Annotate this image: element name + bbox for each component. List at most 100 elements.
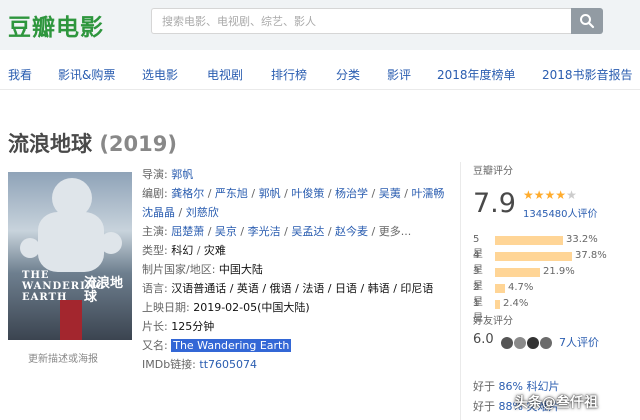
rating-stars: ★★★★★ — [523, 188, 577, 202]
friend-avatars — [501, 334, 553, 353]
language-label: 语言: — [142, 282, 168, 295]
language-value: 汉语普通话 / 英语 / 俄语 / 法语 / 日语 / 韩语 / 印尼语 — [171, 282, 434, 295]
cast-link[interactable]: 吴京 — [215, 225, 237, 238]
cast-link[interactable]: 赵今麦 — [335, 225, 368, 238]
rating-bar-fill — [495, 252, 572, 261]
avatar[interactable] — [501, 337, 513, 349]
genre-label: 类型: — [142, 244, 168, 257]
page-title: 流浪地球 (2019) — [8, 128, 177, 158]
watermark-text: 头条@叁仟祖 — [514, 395, 598, 411]
imdb-label: IMDb链接: — [142, 358, 196, 371]
writers-row-continued: 沈晶晶 / 刘慈欣 — [142, 206, 219, 219]
top-bar: 豆瓣电影 — [0, 0, 640, 50]
search-input[interactable] — [151, 8, 571, 34]
country-label: 制片国家/地区: — [142, 263, 216, 276]
nav-item-tv[interactable]: 电视剧 — [207, 66, 243, 83]
rating-score: 7.9 — [473, 188, 516, 219]
update-poster-link[interactable]: 更新描述或海报 — [28, 350, 98, 365]
friend-rating-count-link[interactable]: 7人评价 — [559, 334, 599, 350]
aka-value-selected[interactable]: The Wandering Earth — [171, 339, 292, 352]
avatar[interactable] — [527, 337, 539, 349]
avatar[interactable] — [540, 337, 552, 349]
imdb-link[interactable]: tt7605074 — [199, 358, 257, 371]
friend-rating-score: 6.0 — [473, 332, 494, 347]
star-filled-icon: ★ — [544, 188, 556, 202]
main-nav: 我看 影讯&购票 选电影 电视剧 排行榜 分类 影评 2018年度榜单 2018… — [0, 58, 640, 90]
better-prefix: 好于 — [473, 400, 495, 413]
nav-item-select-movie[interactable]: 选电影 — [142, 66, 178, 83]
genre-row: 类型: 科幻 / 灾难 — [142, 244, 226, 257]
release-label: 上映日期: — [142, 301, 190, 314]
star-empty-icon: ★ — [566, 188, 577, 202]
cast-link[interactable]: 屈楚萧 — [171, 225, 204, 238]
rating-panel: 豆瓣评分 7.9 ★★★★★ 1345480人评价 5星 33.2% 4星 37.8%… — [460, 162, 640, 420]
nav-item-2018-list[interactable]: 2018年度榜单 — [437, 66, 516, 83]
cast-link[interactable]: 吴孟达 — [291, 225, 324, 238]
rating-bar-fill — [495, 300, 500, 309]
runtime-label: 片长: — [142, 320, 168, 333]
runtime-row: 片长: 125分钟 — [142, 317, 450, 336]
director-row: 导演: 郭帆 — [142, 165, 450, 184]
writer-link[interactable]: 吴荑 — [379, 187, 401, 200]
writer-link[interactable]: 郭帆 — [259, 187, 281, 200]
douban-movie-logo[interactable]: 豆瓣电影 — [8, 8, 104, 42]
director-link[interactable]: 郭帆 — [171, 168, 193, 181]
nav-item-reviews[interactable]: 影评 — [387, 66, 411, 83]
cast-label: 主演: — [142, 225, 168, 238]
rating-label: 豆瓣评分 — [473, 166, 513, 177]
nav-item-2018-report[interactable]: 2018书影音报告 — [542, 66, 633, 83]
aka-label: 又名: — [142, 339, 168, 352]
star-filled-icon: ★ — [523, 188, 534, 202]
nav-item-charts[interactable]: 排行榜 — [271, 66, 307, 83]
genre-value: 科幻 — [171, 244, 194, 257]
rating-bar-fill — [495, 236, 563, 245]
search-icon — [580, 14, 595, 29]
writer-link[interactable]: 杨治学 — [335, 187, 368, 200]
movie-year: (2019) — [99, 132, 177, 156]
writer-link[interactable]: 叶俊策 — [291, 187, 324, 200]
rating-bar-percent: 4.7% — [508, 282, 534, 293]
cast-row: 主演: 屈楚萧 / 吴京 / 李光洁 / 吴孟达 / 赵今麦 / 更多... — [142, 225, 412, 238]
rating-bar-percent: 2.4% — [503, 298, 529, 309]
cast-more-link[interactable]: 更多... — [379, 225, 412, 238]
writers-label: 编剧: — [142, 187, 168, 200]
friend-rating-label: 好友评分 — [473, 316, 513, 327]
writer-link[interactable]: 严东旭 — [215, 187, 248, 200]
writer-link[interactable]: 龚格尔 — [171, 187, 204, 200]
director-label: 导演: — [142, 168, 168, 181]
writer-link[interactable]: 叶濡畅 — [411, 187, 444, 200]
movie-poster[interactable]: THE WANDERING EARTH 流浪地球 — [8, 172, 132, 340]
writer-link[interactable]: 沈晶晶 — [142, 206, 175, 219]
cast-link[interactable]: 李光洁 — [248, 225, 281, 238]
nav-item-category[interactable]: 分类 — [336, 66, 360, 83]
better-prefix: 好于 — [473, 380, 495, 393]
poster-figure-right — [100, 232, 122, 254]
poster-title-cn: 流浪地球 — [84, 276, 124, 305]
rating-bar-fill — [495, 284, 505, 293]
rating-bar-percent: 33.2% — [566, 234, 598, 245]
poster-figure-left — [20, 238, 40, 258]
country-value: 中国大陆 — [218, 263, 263, 276]
movie-info: 导演: 郭帆 编剧: 龚格尔 / 严东旭 / 郭帆 / 叶俊策 / 杨治学 / … — [142, 165, 450, 374]
language-row: 语言: 汉语普通话 / 英语 / 俄语 / 法语 / 日语 / 韩语 / 印尼语 — [142, 279, 450, 298]
nav-item-my-watch[interactable]: 我看 — [8, 66, 32, 83]
release-row: 上映日期: 2019-02-05(中国大陆) — [142, 298, 450, 317]
writer-link[interactable]: 刘慈欣 — [186, 206, 219, 219]
runtime-value: 125分钟 — [171, 320, 215, 333]
poster-title-en: THE WANDERING EARTH — [22, 270, 106, 303]
aka-row: 又名: The Wandering Earth — [142, 336, 450, 355]
nav-item-tickets[interactable]: 影讯&购票 — [58, 66, 115, 83]
poster-astronaut-body — [38, 212, 104, 272]
genre-value: 灾难 — [203, 244, 226, 257]
rating-bar-fill — [495, 268, 540, 277]
rating-count-link[interactable]: 1345480人评价 — [523, 205, 598, 220]
imdb-row: IMDb链接: tt7605074 — [142, 355, 450, 374]
search-box — [151, 8, 603, 34]
writers-row: 编剧: 龚格尔 / 严东旭 / 郭帆 / 叶俊策 / 杨治学 / 吴荑 / 叶濡… — [142, 187, 445, 200]
movie-title: 流浪地球 — [8, 132, 92, 156]
avatar[interactable] — [514, 337, 526, 349]
rating-bar-percent: 37.8% — [575, 250, 607, 261]
release-value: 2019-02-05(中国大陆) — [193, 301, 310, 314]
poster-red-figure — [60, 300, 82, 340]
search-button[interactable] — [571, 8, 603, 34]
